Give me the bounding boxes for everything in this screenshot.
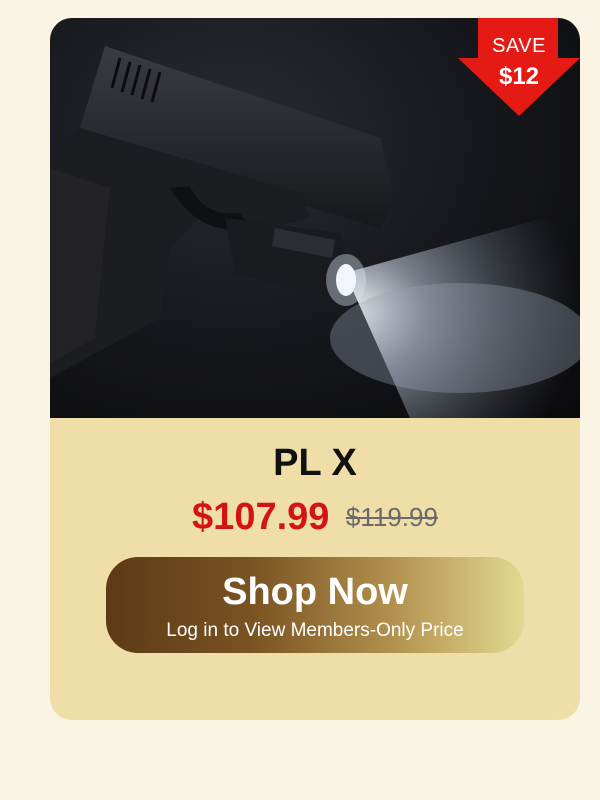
- save-label: SAVE: [492, 35, 546, 57]
- current-price: $107.99: [192, 496, 330, 538]
- product-card[interactable]: SAVE $12 PL X $107.99 $119.99 Shop Now L…: [50, 18, 580, 720]
- price-row: $107.99 $119.99: [50, 496, 580, 539]
- shop-now-button[interactable]: Shop Now Log in to View Members-Only Pri…: [106, 557, 524, 653]
- product-name: PL X: [273, 442, 357, 484]
- save-badge: SAVE $12: [458, 18, 580, 116]
- shop-now-label: Shop Now: [222, 571, 408, 613]
- original-price: $119.99: [345, 502, 438, 532]
- members-price-label: Log in to View Members-Only Price: [166, 620, 464, 641]
- save-amount: $12: [498, 63, 540, 90]
